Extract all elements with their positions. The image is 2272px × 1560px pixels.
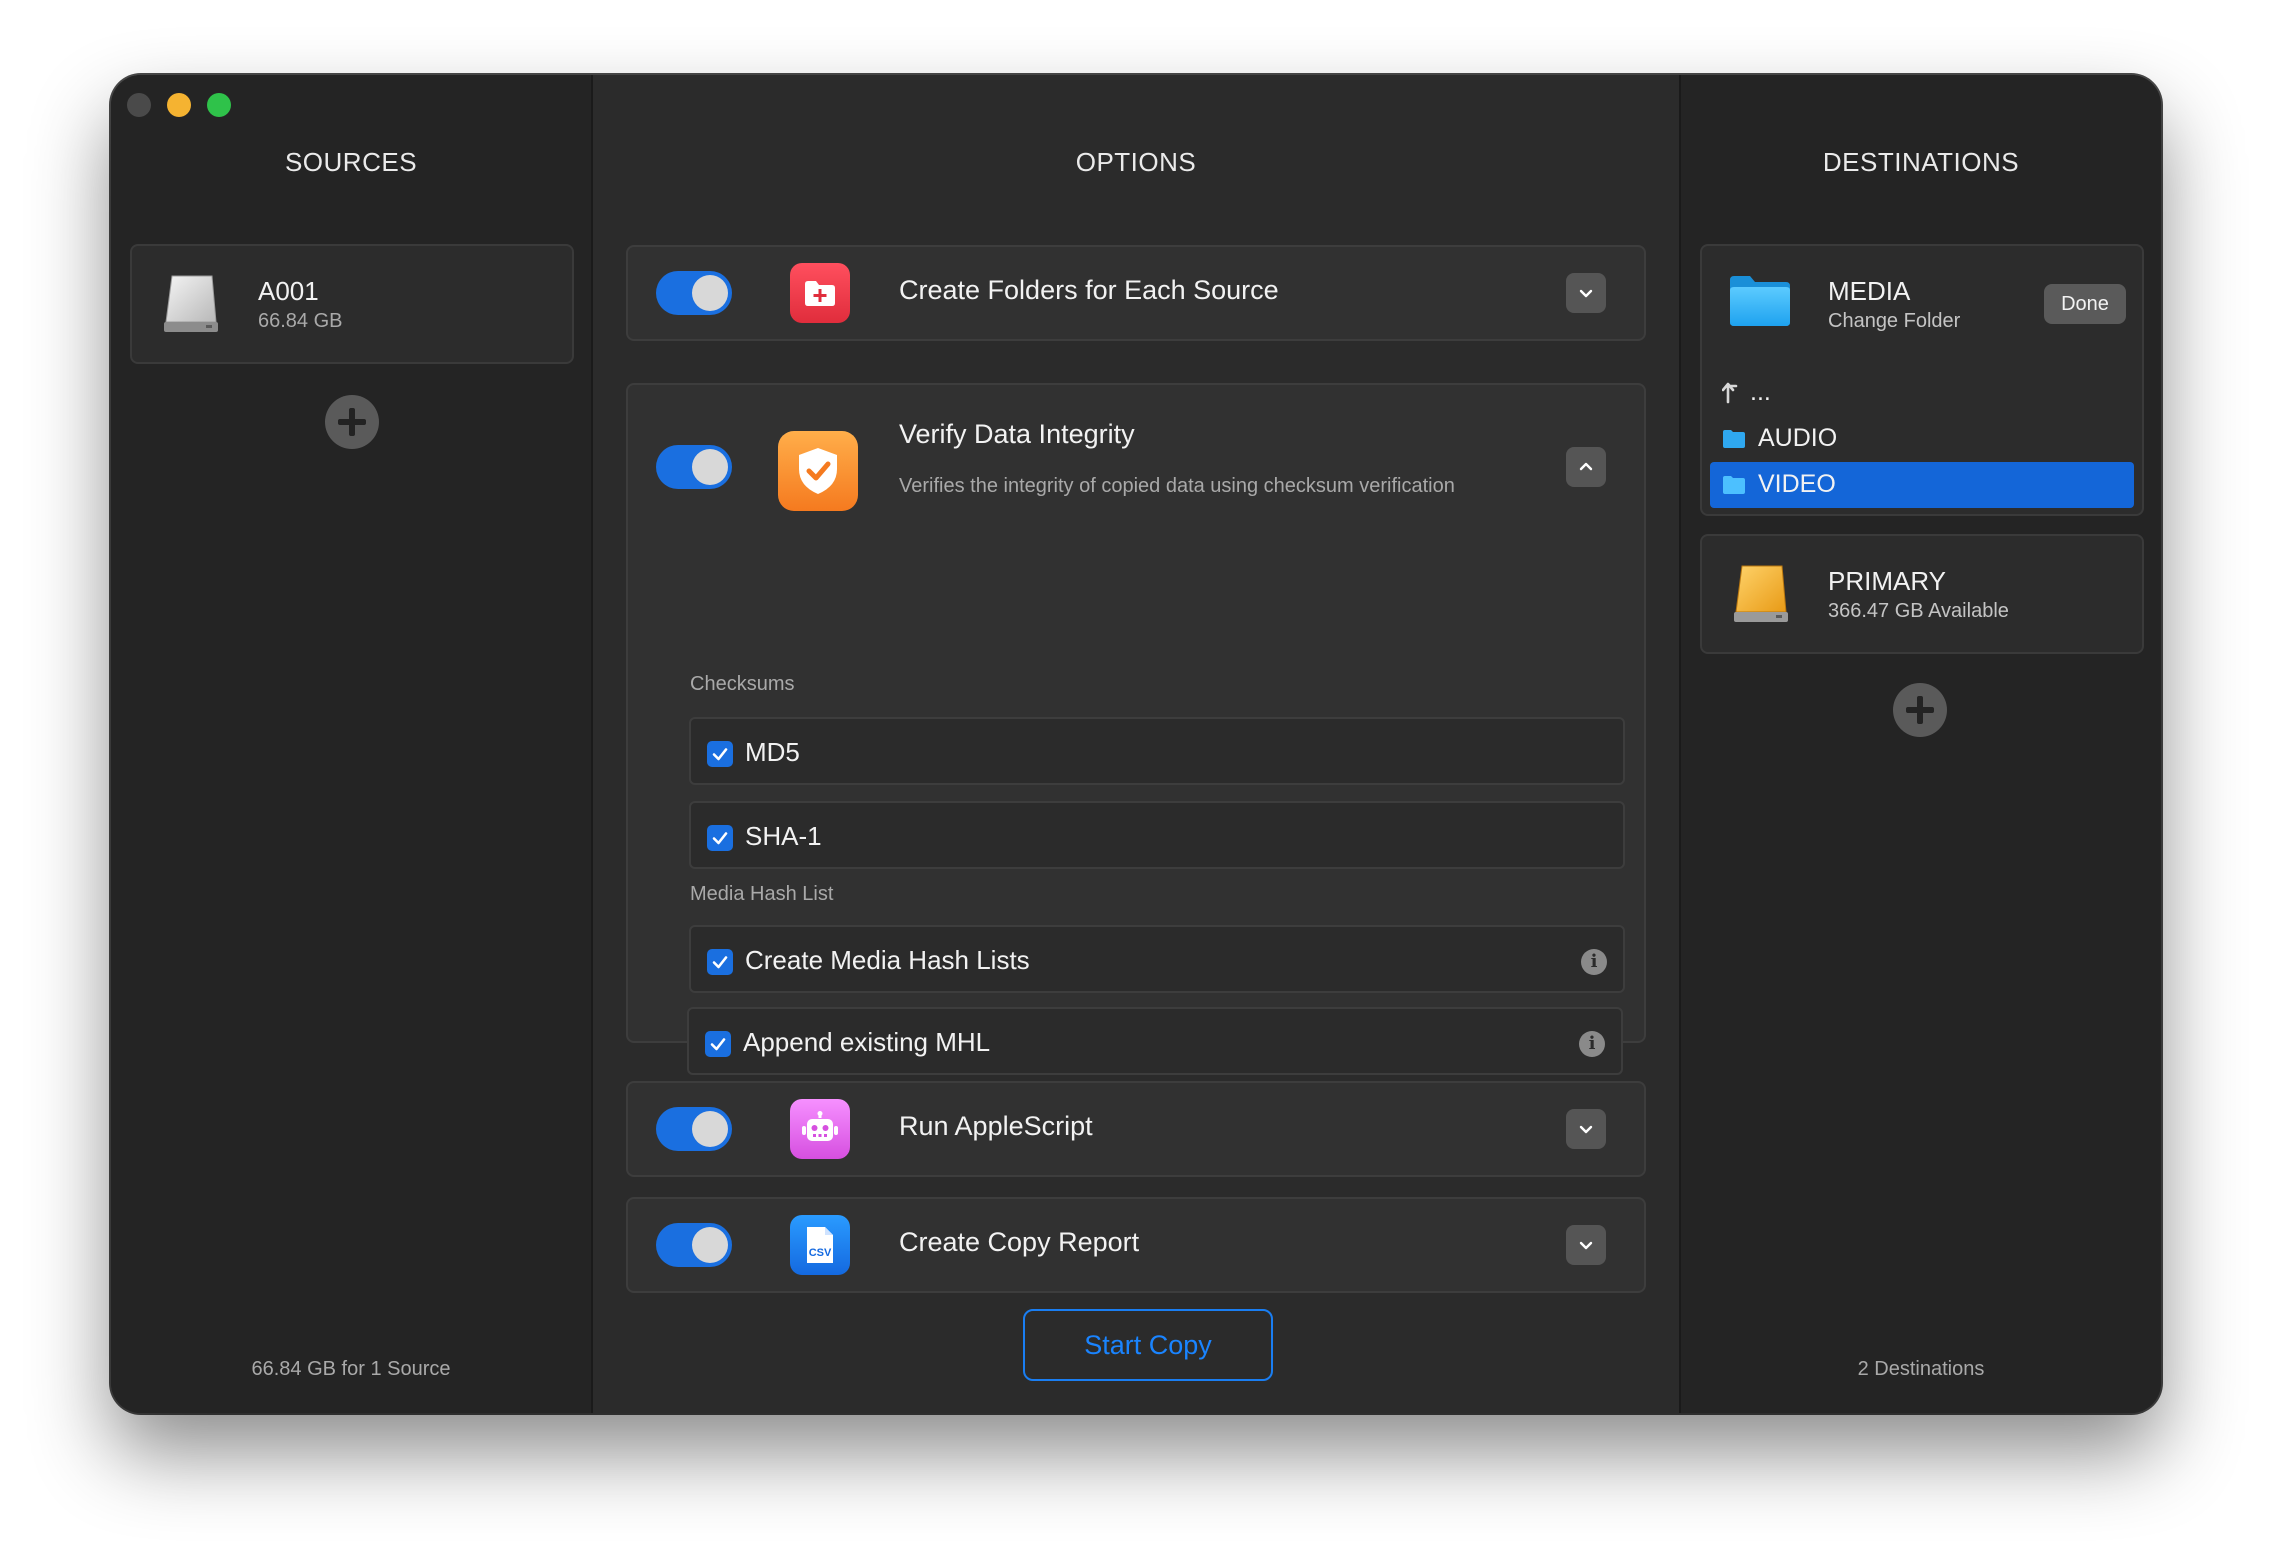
checksum-sha1-row[interactable]: SHA-1: [689, 801, 1625, 869]
folder-icon: [1723, 430, 1745, 448]
folder-label-video: VIDEO: [1758, 470, 1836, 498]
csv-icon-label: CSV: [808, 1247, 832, 1259]
sources-title: SOURCES: [284, 147, 418, 177]
create-copy-report-label: Create Copy Report: [899, 1227, 1140, 1257]
sha1-label: SHA-1: [745, 821, 822, 851]
option-create-folders: Create Folders for Each Source: [626, 245, 1646, 341]
verify-integrity-description: Verifies the integrity of copied data us…: [899, 475, 1455, 497]
destinations-title: DESTINATIONS: [1822, 147, 2020, 177]
minimize-window-button[interactable]: [167, 93, 191, 117]
create-folders-toggle[interactable]: [656, 271, 732, 315]
add-source-button[interactable]: [325, 395, 379, 449]
create-mhl-checkbox[interactable]: [707, 949, 733, 975]
options-scroll-area[interactable]: Create Folders for Each Source Verify Da…: [593, 75, 1679, 1335]
zoom-window-button[interactable]: [207, 93, 231, 117]
collapse-verify-integrity-button[interactable]: [1566, 447, 1606, 487]
change-folder-link[interactable]: Change Folder: [1828, 310, 1960, 333]
primary-drive-available: 366.47 GB Available: [1828, 600, 2009, 622]
shield-check-icon: [778, 431, 858, 511]
app-window: SOURCES A001 66.84 GB 66.84 GB for 1 Sou…: [111, 75, 2161, 1413]
option-run-applescript: Run AppleScript: [626, 1081, 1646, 1177]
chevron-down-icon: [1579, 1241, 1593, 1250]
close-window-button[interactable]: [127, 93, 151, 117]
md5-checkbox[interactable]: [707, 741, 733, 767]
append-mhl-row[interactable]: Append existing MHL i: [687, 1007, 1623, 1075]
add-destination-button[interactable]: [1893, 683, 1947, 737]
folder-icon: [1723, 476, 1745, 494]
hard-drive-icon: [164, 275, 218, 332]
info-icon[interactable]: i: [1579, 1031, 1605, 1057]
option-create-copy-report: CSV Create Copy Report: [626, 1197, 1646, 1293]
run-applescript-label: Run AppleScript: [899, 1111, 1093, 1141]
source-name: A001: [258, 276, 319, 306]
destinations-summary: 2 Destinations: [1857, 1358, 1985, 1380]
chevron-down-icon: [1579, 1125, 1593, 1134]
md5-label: MD5: [745, 737, 800, 767]
create-copy-report-toggle[interactable]: [656, 1223, 732, 1267]
window-controls: [127, 93, 231, 117]
checksums-section-label: Checksums: [690, 673, 795, 695]
sources-summary: 66.84 GB for 1 Source: [251, 1358, 451, 1380]
option-verify-integrity: Verify Data Integrity Verifies the integ…: [626, 383, 1646, 1043]
create-mhl-label: Create Media Hash Lists: [745, 945, 1030, 975]
checkmark-icon: [712, 748, 728, 761]
verify-integrity-label: Verify Data Integrity: [899, 419, 1135, 449]
done-button[interactable]: Done: [2044, 284, 2126, 324]
source-card-a001[interactable]: A001 66.84 GB: [130, 244, 574, 364]
media-folder-name: MEDIA: [1828, 276, 1911, 306]
checkmark-icon: [710, 1038, 726, 1051]
run-applescript-toggle[interactable]: [656, 1107, 732, 1151]
external-drive-icon: [1734, 565, 1788, 622]
verify-integrity-toggle[interactable]: [656, 445, 732, 489]
folder-icon: [1730, 276, 1790, 326]
checkmark-icon: [712, 832, 728, 845]
primary-drive-name: PRIMARY: [1828, 566, 1946, 596]
destinations-panel: DESTINATIONS MEDIA Change Folder Done ..…: [1681, 75, 2161, 1413]
arrow-up-icon: [1722, 382, 1738, 404]
chevron-up-icon: [1579, 462, 1593, 471]
parent-folder-row[interactable]: ...: [1710, 370, 2134, 416]
chevron-down-icon: [1579, 289, 1593, 298]
destination-card-primary[interactable]: PRIMARY 366.47 GB Available: [1700, 534, 2144, 654]
folder-label-audio: AUDIO: [1758, 424, 1838, 452]
expand-create-copy-report-button[interactable]: [1566, 1225, 1606, 1265]
append-mhl-label: Append existing MHL: [743, 1027, 991, 1057]
folder-plus-icon: [790, 263, 850, 323]
sha1-checkbox[interactable]: [707, 825, 733, 851]
start-copy-button[interactable]: Start Copy: [1023, 1309, 1273, 1381]
options-panel: OPTIONS Create Folders for Each Source V…: [593, 75, 1681, 1413]
folder-row-audio[interactable]: AUDIO: [1710, 416, 2134, 462]
checksum-md5-row[interactable]: MD5: [689, 717, 1625, 785]
mhl-section-label: Media Hash List: [690, 883, 834, 905]
expand-run-applescript-button[interactable]: [1566, 1109, 1606, 1149]
source-size: 66.84 GB: [258, 310, 343, 332]
csv-document-icon: CSV: [790, 1215, 850, 1275]
create-mhl-row[interactable]: Create Media Hash Lists i: [689, 925, 1625, 993]
destination-card-media[interactable]: MEDIA Change Folder Done ... AUDIO VIDEO: [1700, 244, 2144, 516]
parent-folder-label: ...: [1750, 378, 1771, 406]
sources-panel: SOURCES A001 66.84 GB 66.84 GB for 1 Sou…: [111, 75, 593, 1413]
robot-icon: [790, 1099, 850, 1159]
info-icon[interactable]: i: [1581, 949, 1607, 975]
expand-create-folders-button[interactable]: [1566, 273, 1606, 313]
folder-row-video[interactable]: VIDEO: [1710, 462, 2134, 508]
checkmark-icon: [712, 956, 728, 969]
append-mhl-checkbox[interactable]: [705, 1031, 731, 1057]
create-folders-label: Create Folders for Each Source: [899, 275, 1279, 305]
